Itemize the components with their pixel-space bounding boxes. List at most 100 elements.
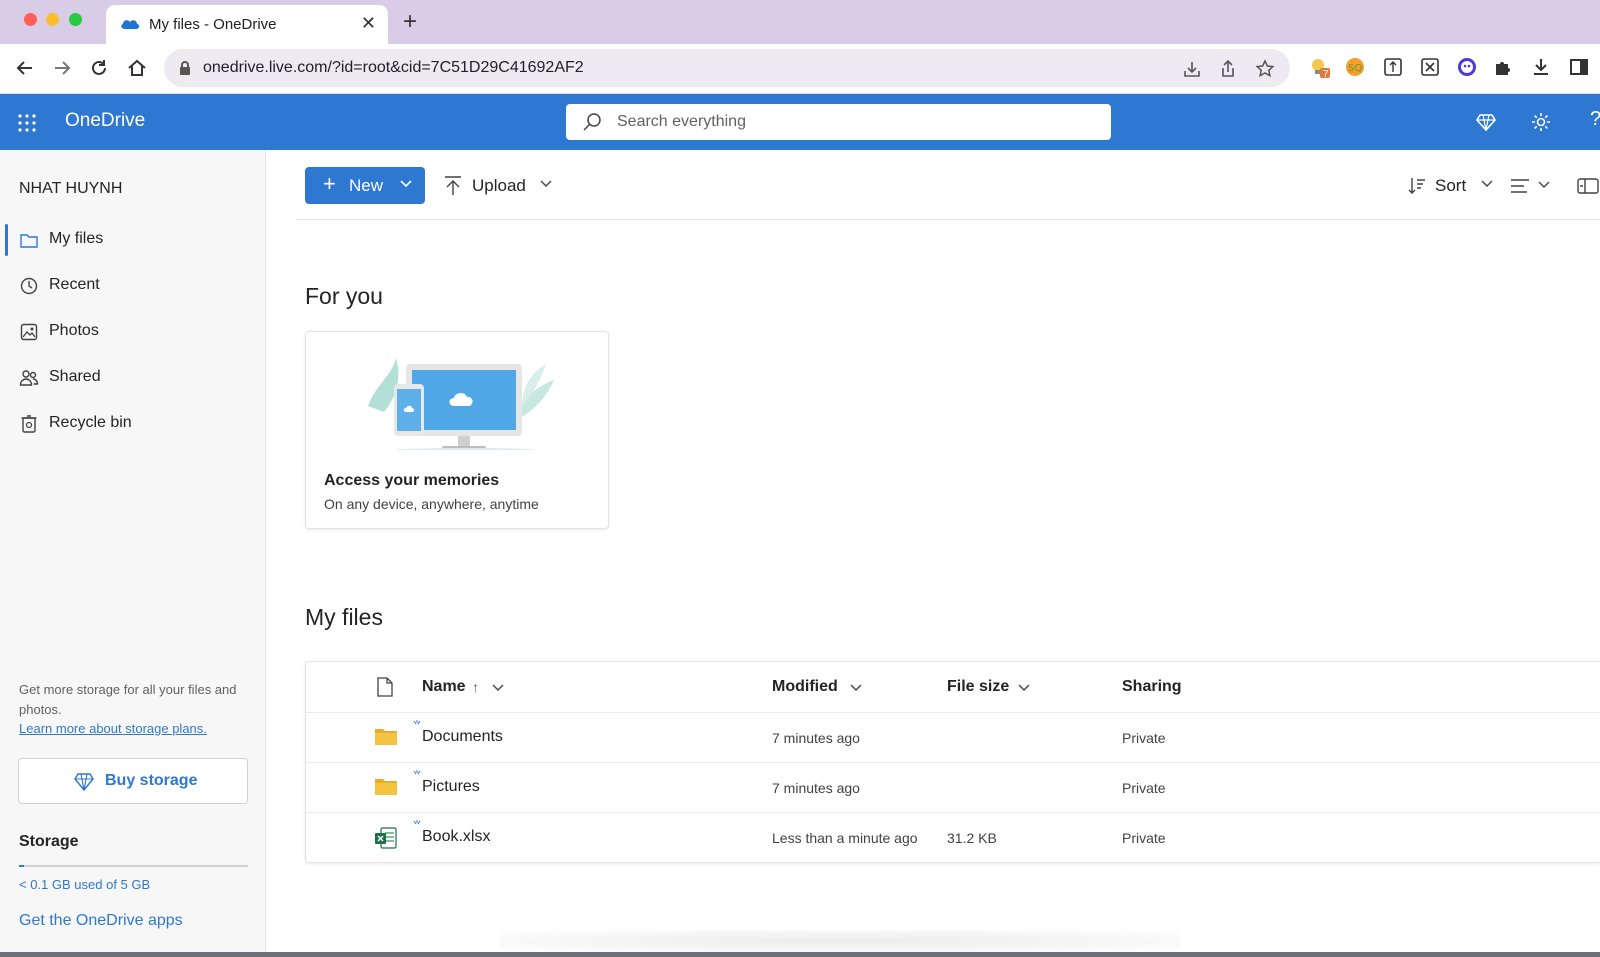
new-button[interactable]: + New xyxy=(305,167,425,204)
sort-label: Sort xyxy=(1435,176,1467,195)
file-size: 31.2 KB xyxy=(947,830,997,846)
column-header-name[interactable]: Name xyxy=(422,678,466,696)
left-navigation: NHAT HUYNH My files Recent Photos Shared… xyxy=(0,150,266,957)
view-options-button[interactable] xyxy=(1510,167,1556,204)
chevron-down-icon xyxy=(1538,181,1550,188)
side-panel-icon[interactable] xyxy=(1568,56,1590,78)
table-row[interactable]: Pictures 7 minutes ago Private xyxy=(306,763,1600,813)
desktop-edge xyxy=(0,952,1600,957)
puzzle-extensions-icon[interactable] xyxy=(1492,56,1514,78)
bottom-shadow xyxy=(500,930,1180,952)
column-header-modified[interactable]: Modified xyxy=(772,678,838,696)
sidebar-extension-icon[interactable] xyxy=(1382,56,1404,78)
onedrive-header: OneDrive Search everything ? xyxy=(0,94,1600,150)
upload-arrow-icon xyxy=(445,176,461,195)
file-sharing: Private xyxy=(1122,730,1166,746)
buy-storage-button[interactable]: Buy storage xyxy=(18,758,248,804)
face-extension-icon[interactable] xyxy=(1456,56,1478,78)
new-label: New xyxy=(349,176,384,195)
file-modified: 7 minutes ago xyxy=(772,780,860,796)
help-icon[interactable]: ? xyxy=(1590,108,1600,130)
chevron-down-icon[interactable] xyxy=(850,684,862,692)
sort-button[interactable]: Sort xyxy=(1407,167,1493,204)
file-name[interactable]: Book.xlsx xyxy=(422,828,490,846)
user-name: NHAT HUYNH xyxy=(19,180,123,197)
storage-plans-link[interactable]: Learn more about storage plans. xyxy=(19,721,207,736)
card-subtitle: On any device, anywhere, anytime xyxy=(324,496,539,512)
new-tab-button[interactable]: + xyxy=(403,8,417,36)
sidebar-item-my-files[interactable]: My files xyxy=(0,220,266,260)
storage-title: Storage xyxy=(19,833,79,850)
sidebar-item-label: Recycle bin xyxy=(49,414,132,431)
forward-arrow-icon[interactable] xyxy=(51,57,73,79)
my-files-title: My files xyxy=(305,604,383,630)
reload-icon[interactable] xyxy=(88,57,110,79)
search-icon xyxy=(583,113,601,131)
close-window-button[interactable] xyxy=(24,13,37,26)
chevron-down-icon[interactable] xyxy=(492,684,504,692)
diamond-icon xyxy=(74,773,94,792)
sidebar-item-label: Recent xyxy=(49,276,100,293)
table-row[interactable]: Book.xlsx Less than a minute ago 31.2 KB… xyxy=(306,813,1600,863)
home-icon[interactable] xyxy=(126,57,148,79)
honey-extension-icon[interactable]: SQ xyxy=(1344,56,1366,78)
folder-icon xyxy=(20,234,38,248)
downloads-icon[interactable] xyxy=(1530,56,1552,78)
tab-close-icon[interactable]: ✕ xyxy=(361,13,376,34)
share-icon[interactable] xyxy=(1218,59,1238,79)
buy-storage-label: Buy storage xyxy=(105,772,198,789)
sidebar-item-photos[interactable]: Photos xyxy=(0,312,266,352)
file-name[interactable]: Documents xyxy=(422,728,503,746)
for-you-title: For you xyxy=(305,283,383,309)
chevron-down-icon xyxy=(400,180,412,188)
lock-icon xyxy=(180,61,190,75)
zoom-window-button[interactable] xyxy=(69,13,82,26)
sort-icon xyxy=(1408,178,1425,194)
details-pane-button[interactable] xyxy=(1577,167,1600,204)
address-bar[interactable]: onedrive.live.com/?id=root&cid=7C51D29C4… xyxy=(164,49,1290,87)
file-modified: Less than a minute ago xyxy=(772,830,918,846)
back-arrow-icon[interactable] xyxy=(14,57,36,79)
sidebar-item-label: My files xyxy=(49,230,104,247)
sidebar-item-recycle-bin[interactable]: Recycle bin xyxy=(0,404,266,444)
list-view-icon xyxy=(1511,179,1529,193)
chevron-down-icon xyxy=(1481,180,1493,187)
storage-progress-bar xyxy=(19,865,248,867)
folder-icon xyxy=(375,779,397,795)
storage-used-link[interactable]: < 0.1 GB used of 5 GB xyxy=(19,877,150,892)
file-type-icon[interactable] xyxy=(377,677,393,697)
upload-button[interactable]: Upload xyxy=(444,167,554,204)
column-header-file-size[interactable]: File size xyxy=(947,678,1009,696)
settings-gear-icon[interactable] xyxy=(1530,111,1552,133)
file-name[interactable]: Pictures xyxy=(422,778,480,796)
app-launcher-icon[interactable] xyxy=(17,113,37,133)
new-item-sparkle-icon xyxy=(413,720,421,725)
search-input[interactable]: Search everything xyxy=(566,104,1111,140)
bookmark-star-icon[interactable] xyxy=(1255,59,1275,79)
sidebar-item-recent[interactable]: Recent xyxy=(0,266,266,306)
minimize-window-button[interactable] xyxy=(46,13,59,26)
file-sharing: Private xyxy=(1122,780,1166,796)
get-apps-link[interactable]: Get the OneDrive apps xyxy=(19,912,183,930)
memories-card[interactable]: Access your memories On any device, anyw… xyxy=(305,331,609,529)
recycle-bin-icon xyxy=(21,415,37,433)
excel-extension-icon[interactable] xyxy=(1419,56,1441,78)
chevron-down-icon xyxy=(540,180,552,187)
sidebar-item-shared[interactable]: Shared xyxy=(0,358,266,398)
chevron-down-icon[interactable] xyxy=(1018,684,1030,692)
onedrive-brand[interactable]: OneDrive xyxy=(65,110,145,132)
premium-diamond-icon[interactable] xyxy=(1475,111,1497,133)
table-row[interactable]: Documents 7 minutes ago Private xyxy=(306,713,1600,763)
file-sharing: Private xyxy=(1122,830,1166,846)
storage-promo-text: Get more storage for all your files and … xyxy=(19,682,237,717)
card-title: Access your memories xyxy=(324,472,500,489)
search-placeholder: Search everything xyxy=(617,113,746,130)
tab-title: My files - OneDrive xyxy=(149,16,277,33)
people-icon xyxy=(19,370,39,386)
browser-tab[interactable]: My files - OneDrive ✕ xyxy=(106,5,388,44)
install-app-icon[interactable] xyxy=(1182,59,1202,79)
column-header-sharing[interactable]: Sharing xyxy=(1122,678,1182,696)
devices-cloud-illustration xyxy=(368,358,554,450)
url-text: onedrive.live.com/?id=root&cid=7C51D29C4… xyxy=(203,59,584,76)
onedrive-cloud-icon xyxy=(121,20,140,29)
